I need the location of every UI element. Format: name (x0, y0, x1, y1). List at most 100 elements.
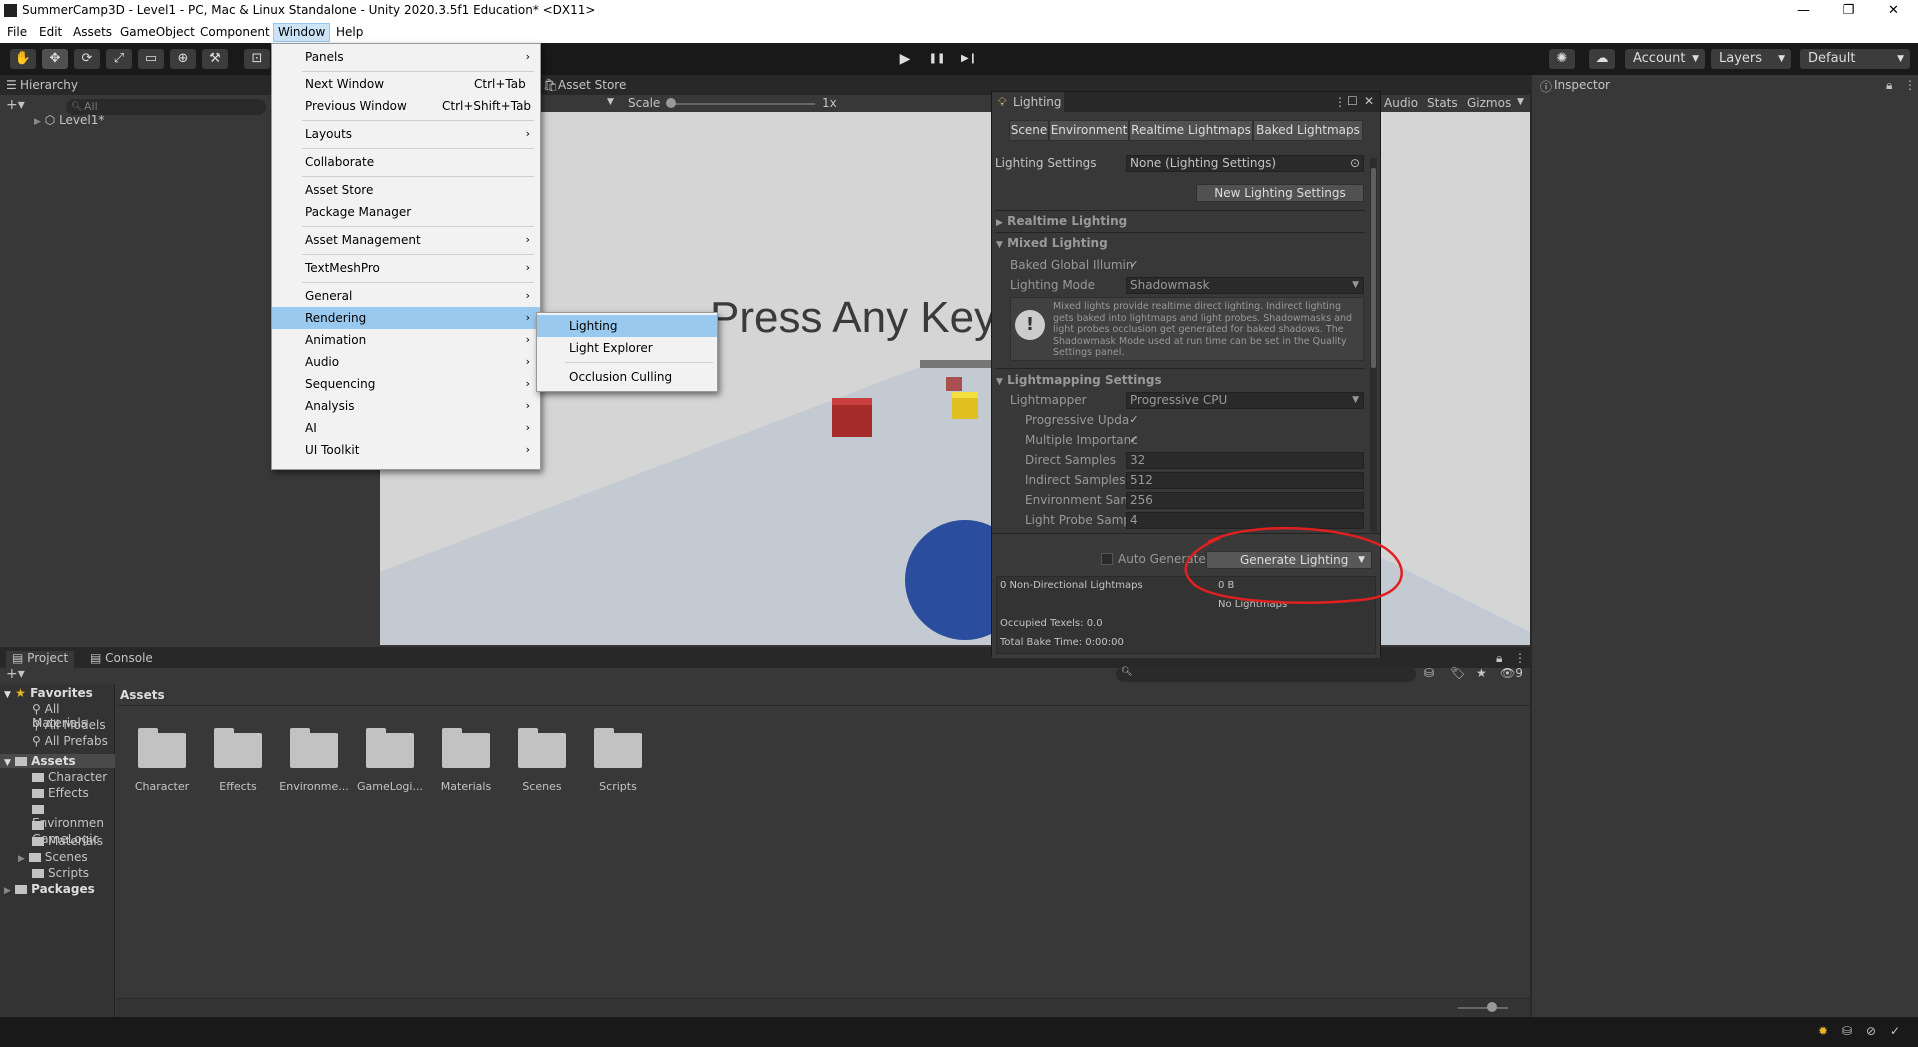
new-lighting-settings-button[interactable]: New Lighting Settings (1196, 184, 1364, 202)
close-button[interactable]: ✕ (1871, 0, 1916, 22)
tree-folder-item[interactable]: Scripts (32, 866, 89, 880)
menu-item-asset-management[interactable]: Asset Management › (272, 229, 540, 251)
add-object-button[interactable]: +▾ (6, 97, 25, 113)
breadcrumb-assets[interactable]: Assets (120, 688, 165, 702)
services-icon[interactable]: ✺ (1549, 49, 1575, 69)
rotate-tool-icon[interactable]: ⟳ (74, 49, 100, 69)
move-tool-icon[interactable]: ✥ (42, 49, 68, 69)
folder-icon[interactable] (214, 728, 262, 768)
transform-tool-icon[interactable]: ⊕ (170, 49, 196, 69)
menu-item-audio[interactable]: Audio › (272, 351, 540, 373)
audio-toggle[interactable]: Audio (1384, 96, 1418, 110)
hidden-packages-toggle[interactable]: 👁︎9 (1500, 666, 1523, 680)
debug-icon[interactable]: ⊘ (1866, 1024, 1876, 1038)
menu-item-animation[interactable]: Animation › (272, 329, 540, 351)
tree-folder-item[interactable]: ▶ Scenes (18, 850, 88, 864)
expand-arrow-icon[interactable]: ▶ (34, 117, 41, 127)
play-button[interactable]: ▶ (892, 49, 918, 69)
display-dropdown-icon[interactable]: ▼ (607, 97, 614, 107)
menu-file[interactable]: File (7, 25, 27, 39)
create-asset-button[interactable]: +▾ (6, 666, 25, 682)
menu-component[interactable]: Component (200, 25, 270, 39)
asset-store-tab[interactable]: Asset Store (558, 78, 626, 92)
expand-arrow-icon[interactable]: ▶ (996, 218, 1003, 228)
scale-slider-handle[interactable] (666, 98, 676, 108)
hierarchy-tab[interactable]: Hierarchy (20, 78, 78, 92)
more-icon[interactable]: ⋮ (1904, 78, 1916, 92)
menu-item-collaborate[interactable]: Collaborate (272, 151, 540, 173)
folder-icon[interactable] (518, 728, 566, 768)
menu-item-sequencing[interactable]: Sequencing › (272, 373, 540, 395)
favorites-header[interactable]: ▼ ★ Favorites (4, 686, 93, 700)
menu-window[interactable]: Window (273, 23, 331, 42)
lighting-mode-dropdown[interactable]: Shadowmask ▼ (1126, 277, 1364, 294)
rect-tool-icon[interactable]: ▭ (138, 49, 164, 69)
environment-samples-field[interactable]: 256 (1126, 492, 1364, 509)
more-icon[interactable]: ⋮ (1334, 95, 1346, 109)
stats-toggle[interactable]: Stats (1427, 96, 1458, 110)
mixed-lighting-section[interactable]: ▼ Mixed Lighting (996, 236, 1108, 250)
direct-samples-field[interactable]: 32 (1126, 452, 1364, 469)
layout-dropdown[interactable]: Default ▼ (1800, 49, 1910, 69)
menu-item-general[interactable]: General › (272, 285, 540, 307)
cloud-icon[interactable]: ☁ (1589, 49, 1615, 69)
lock-icon[interactable]: 🔒︎ (1886, 78, 1892, 93)
tree-folder-item[interactable]: Materials (32, 834, 103, 848)
favorite-item[interactable]: ⚲ All Models (32, 718, 106, 732)
pause-button[interactable]: ❚❚ (924, 49, 950, 69)
lock-icon[interactable]: 🔒︎ (1496, 651, 1502, 666)
object-picker-icon[interactable]: ⊙ (1350, 156, 1360, 171)
indirect-samples-field[interactable]: 512 (1126, 472, 1364, 489)
tree-folder-item[interactable]: Effects (32, 786, 89, 800)
folder-icon[interactable] (138, 728, 186, 768)
layers-dropdown[interactable]: Layers ▼ (1711, 49, 1791, 69)
folder-icon[interactable] (366, 728, 414, 768)
maximize-button[interactable]: ❐ (1826, 0, 1871, 22)
bake-indicator-icon[interactable]: ✹ (1818, 1024, 1828, 1038)
packages-root-item[interactable]: ▶ Packages (4, 882, 95, 896)
baked-gi-checkbox[interactable]: ✓ (1128, 259, 1140, 271)
lightmapping-section[interactable]: ▼ Lightmapping Settings (996, 373, 1162, 387)
inspector-tab[interactable]: Inspector (1554, 78, 1610, 92)
maximize-icon[interactable]: ☐ (1347, 94, 1358, 108)
expand-arrow-icon[interactable]: ▼ (4, 758, 11, 768)
progressive-updates-checkbox[interactable]: ✓ (1128, 414, 1140, 426)
lightmapper-dropdown[interactable]: Progressive CPU ▼ (1126, 392, 1364, 409)
lighting-tab[interactable]: Lighting (1013, 95, 1062, 109)
folder-icon[interactable] (290, 728, 338, 768)
tab-baked-lightmaps[interactable]: Baked Lightmaps (1253, 120, 1363, 141)
gizmos-dropdown-icon[interactable]: ▼ (1517, 97, 1524, 107)
realtime-lighting-section[interactable]: ▶ Realtime Lighting (996, 214, 1127, 228)
network-icon[interactable]: ⛁ (1842, 1024, 1852, 1038)
menu-item-asset-store[interactable]: Asset Store (272, 179, 540, 201)
favorite-star-icon[interactable]: ★ (1476, 666, 1487, 680)
menu-item-package-manager[interactable]: Package Manager (272, 201, 540, 223)
folder-icon[interactable] (442, 728, 490, 768)
account-dropdown[interactable]: Account ▼ (1625, 49, 1705, 69)
menu-gameobject[interactable]: GameObject (120, 25, 195, 39)
tab-console[interactable]: ▤ Console (90, 651, 153, 665)
gizmos-toggle[interactable]: Gizmos (1467, 96, 1511, 110)
filter-type-icon[interactable]: ⛁ (1424, 666, 1434, 680)
menu-item-panels[interactable]: Panels › (272, 46, 540, 68)
hand-tool-icon[interactable]: ✋ (10, 49, 36, 69)
menu-item-ai[interactable]: AI › (272, 417, 540, 439)
lighting-settings-field[interactable]: None (Lighting Settings) ⊙ (1126, 155, 1364, 172)
tree-folder-item[interactable]: Character (32, 770, 107, 784)
submenu-item-lighting[interactable]: Lighting (537, 315, 717, 337)
assets-root-item[interactable]: ▼ Assets (0, 754, 115, 768)
tab-scene[interactable]: Scene (1009, 120, 1049, 141)
menu-item-ui-toolkit[interactable]: UI Toolkit › (272, 439, 540, 461)
menu-item-analysis[interactable]: Analysis › (272, 395, 540, 417)
more-icon[interactable]: ⋮ (1514, 651, 1526, 665)
hierarchy-root-item[interactable]: ▶ ⬡ Level1* (34, 113, 104, 127)
scrollbar-thumb[interactable] (1371, 168, 1376, 368)
pivot-toggle-icon[interactable]: ⊡ (244, 49, 270, 69)
tab-realtime-lightmaps[interactable]: Realtime Lightmaps (1129, 120, 1253, 141)
lighting-scrollbar[interactable] (1370, 158, 1377, 532)
submenu-item-occlusion-culling[interactable]: Occlusion Culling (537, 366, 717, 388)
menu-item-layouts[interactable]: Layouts › (272, 123, 540, 145)
menu-item-next-window[interactable]: Next Window Ctrl+Tab (272, 73, 540, 95)
expand-arrow-icon[interactable]: ▼ (996, 240, 1003, 250)
custom-tool-icon[interactable]: ⚒ (202, 49, 228, 69)
